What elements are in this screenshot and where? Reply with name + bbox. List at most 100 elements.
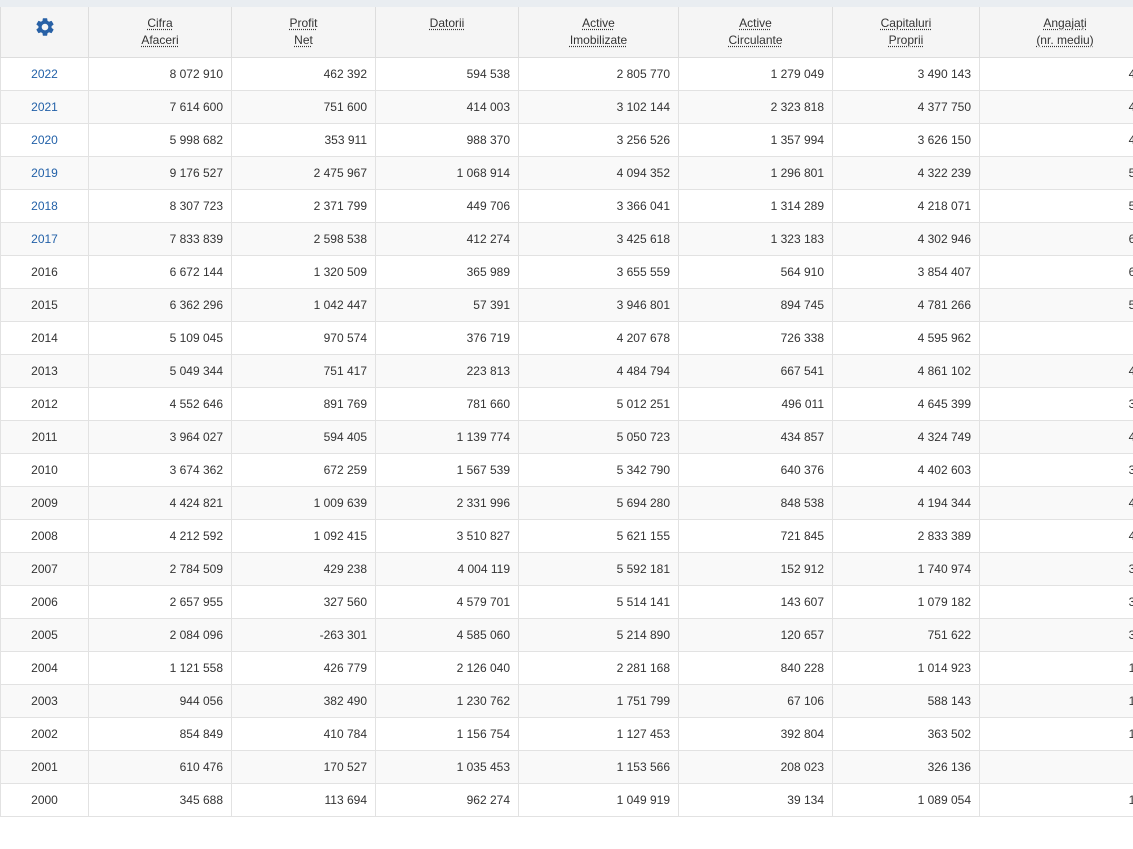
cell-cifra-afaceri: 345 688: [88, 782, 232, 817]
sort-link-datorii[interactable]: Datorii: [380, 15, 514, 32]
sort-link-capitaluri-proprii[interactable]: Capitaluri Proprii: [837, 15, 975, 49]
gear-icon[interactable]: [34, 16, 56, 38]
cell-datorii: 412 274: [375, 221, 519, 256]
cell-capitaluri-proprii: 4 218 071: [832, 188, 980, 223]
cell-capitaluri-proprii: 3 854 407: [832, 254, 980, 289]
cell-datorii: 1 068 914: [375, 155, 519, 190]
table-row: 2019 9 176 527 2 475 967 1 068 914 4 094 352…: [0, 155, 1133, 190]
sort-link-angajati[interactable]: Angajați (nr. mediu): [984, 15, 1133, 49]
cell-cifra-afaceri: 2 784 509: [88, 551, 232, 586]
cell-datorii: 1 156 754: [375, 716, 519, 751]
year-cell: 2015: [0, 287, 89, 322]
cell-profit-net: 2 598 538: [231, 221, 376, 256]
cell-profit-net: 462 392: [231, 56, 376, 91]
financial-data-table: Cifra Afaceri Profit Net Datorii Active …: [0, 7, 1133, 817]
cell-active-imobilizate: 3 425 618: [518, 221, 679, 256]
sort-link-profit-net[interactable]: Profit Net: [236, 15, 371, 49]
cell-angajati: 41: [979, 518, 1133, 553]
cell-profit-net: 891 769: [231, 386, 376, 421]
header-label-line1: Cifra: [147, 16, 173, 30]
table-row: 2016 6 672 144 1 320 509 365 989 3 655 559 56…: [0, 254, 1133, 289]
header-active-circulante: Active Circulante: [678, 7, 833, 58]
cell-cifra-afaceri: 7 833 839: [88, 221, 232, 256]
header-label-line1: Active: [582, 16, 615, 30]
cell-angajati: 56: [979, 188, 1133, 223]
table-row: 2011 3 964 027 594 405 1 139 774 5 050 723 43…: [0, 419, 1133, 454]
cell-cifra-afaceri: 8 307 723: [88, 188, 232, 223]
year-link[interactable]: 2017: [31, 232, 58, 246]
year-cell: 2019: [0, 155, 89, 190]
header-cifra-afaceri: Cifra Afaceri: [88, 7, 232, 58]
cell-capitaluri-proprii: 4 645 399: [832, 386, 980, 421]
cell-cifra-afaceri: 5 998 682: [88, 122, 232, 157]
cell-angajati: 43: [979, 89, 1133, 124]
cell-active-circulante: 848 538: [678, 485, 833, 520]
cell-capitaluri-proprii: 3 626 150: [832, 122, 980, 157]
header-angajati: Angajați (nr. mediu): [979, 7, 1133, 58]
cell-active-circulante: 721 845: [678, 518, 833, 553]
cell-cifra-afaceri: 944 056: [88, 683, 232, 718]
cell-active-circulante: 392 804: [678, 716, 833, 751]
year-link[interactable]: 2022: [31, 67, 58, 81]
cell-active-imobilizate: 1 751 799: [518, 683, 679, 718]
year-link[interactable]: 2018: [31, 199, 58, 213]
cell-active-imobilizate: 4 484 794: [518, 353, 679, 388]
table-row: 2022 8 072 910 462 392 594 538 2 805 770 1 27…: [0, 56, 1133, 91]
cell-angajati: 55: [979, 287, 1133, 322]
cell-capitaluri-proprii: 588 143: [832, 683, 980, 718]
cell-capitaluri-proprii: 4 595 962: [832, 320, 980, 355]
cell-datorii: 1 035 453: [375, 749, 519, 784]
cell-datorii: 376 719: [375, 320, 519, 355]
cell-angajati: 33: [979, 584, 1133, 619]
table-row: 2015 6 362 296 1 042 447 57 391 3 946 801 894…: [0, 287, 1133, 322]
cell-active-circulante: 1 357 994: [678, 122, 833, 157]
year-label: 2000: [31, 792, 58, 807]
sort-link-cifra-afaceri[interactable]: Cifra Afaceri: [93, 15, 227, 49]
year-link[interactable]: 2020: [31, 133, 58, 147]
cell-active-imobilizate: 3 256 526: [518, 122, 679, 157]
cell-profit-net: 594 405: [231, 419, 376, 454]
cell-active-circulante: 1 296 801: [678, 155, 833, 190]
year-label: 2002: [31, 726, 58, 741]
cell-capitaluri-proprii: 3 490 143: [832, 56, 980, 91]
cell-capitaluri-proprii: 2 833 389: [832, 518, 980, 553]
cell-profit-net: 170 527: [231, 749, 376, 784]
year-cell: 2012: [0, 386, 89, 421]
table-row: 2007 2 784 509 429 238 4 004 119 5 592 181 15…: [0, 551, 1133, 586]
cell-cifra-afaceri: 9 176 527: [88, 155, 232, 190]
cell-datorii: 4 579 701: [375, 584, 519, 619]
cell-capitaluri-proprii: 4 194 344: [832, 485, 980, 520]
cell-datorii: 594 538: [375, 56, 519, 91]
cell-datorii: 1 567 539: [375, 452, 519, 487]
year-link[interactable]: 2019: [31, 166, 58, 180]
cell-capitaluri-proprii: 4 322 239: [832, 155, 980, 190]
cell-angajati: 17: [979, 650, 1133, 685]
year-label: 2015: [31, 297, 58, 312]
cell-capitaluri-proprii: 4 324 749: [832, 419, 980, 454]
cell-cifra-afaceri: 4 552 646: [88, 386, 232, 421]
table-row: 2010 3 674 362 672 259 1 567 539 5 342 790 64…: [0, 452, 1133, 487]
cell-profit-net: 382 490: [231, 683, 376, 718]
cell-capitaluri-proprii: 1 014 923: [832, 650, 980, 685]
sort-link-active-circulante[interactable]: Active Circulante: [683, 15, 828, 49]
cell-angajati: 0: [979, 749, 1133, 784]
cell-capitaluri-proprii: 326 136: [832, 749, 980, 784]
cell-profit-net: 327 560: [231, 584, 376, 619]
sort-link-active-imobilizate[interactable]: Active Imobilizate: [523, 15, 674, 49]
year-link[interactable]: 2021: [31, 100, 58, 114]
cell-active-imobilizate: 1 153 566: [518, 749, 679, 784]
cell-active-imobilizate: 1 127 453: [518, 716, 679, 751]
cell-active-circulante: 1 279 049: [678, 56, 833, 91]
cell-capitaluri-proprii: 4 781 266: [832, 287, 980, 322]
cell-cifra-afaceri: 6 672 144: [88, 254, 232, 289]
table-row: 2013 5 049 344 751 417 223 813 4 484 794 667 …: [0, 353, 1133, 388]
year-label: 2003: [31, 693, 58, 708]
table-row: 2000 345 688 113 694 962 274 1 049 919 39 134…: [0, 782, 1133, 817]
cell-cifra-afaceri: 3 674 362: [88, 452, 232, 487]
table-row: 2014 5 109 045 970 574 376 719 4 207 678 726 …: [0, 320, 1133, 355]
year-label: 2006: [31, 594, 58, 609]
cell-capitaluri-proprii: 1 740 974: [832, 551, 980, 586]
cell-angajati: 39: [979, 386, 1133, 421]
header-active-imobilizate: Active Imobilizate: [518, 7, 679, 58]
header-label-line2: Net: [294, 33, 313, 47]
